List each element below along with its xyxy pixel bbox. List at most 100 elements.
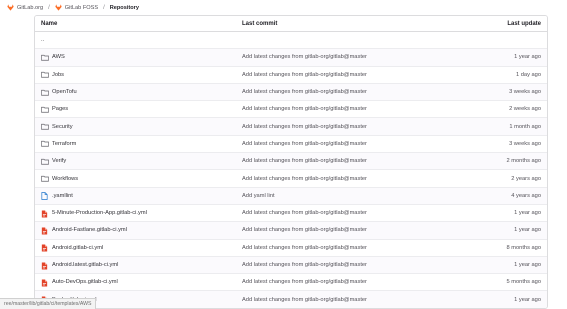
name-cell: Auto-DevOps.gitlab-ci.yml <box>35 279 242 287</box>
last-update-time: 1 year ago <box>514 210 541 217</box>
file-row[interactable]: Android-Fastlane.gitlab-ci.yml Add latest… <box>35 222 547 240</box>
folder-row[interactable]: Jobs Add latest changes from gitlab-org/g… <box>35 67 547 84</box>
gitlab-ci-file-icon <box>41 210 49 218</box>
file-row[interactable]: Bash.gitlab-ci.ymlAdd latest changes fro… <box>35 291 547 308</box>
commit-message-link[interactable]: Add latest changes from gitlab-org/gitla… <box>242 227 431 233</box>
file-row[interactable]: Android.latest.gitlab-ci.yml Add latest c… <box>35 256 547 275</box>
commit-message-link[interactable]: Add latest changes from gitlab-org/gitla… <box>242 279 431 285</box>
commit-message-link[interactable]: Add latest changes from gitlab-org/gitla… <box>242 89 431 95</box>
folder-icon <box>41 71 49 78</box>
last-update-time: 2 months ago <box>506 158 541 165</box>
last-update-time: 3 weeks ago <box>509 140 541 147</box>
folder-row[interactable]: Verify Add latest changes from gitlab-org… <box>35 153 547 171</box>
column-header-last-commit: Last commit <box>242 20 278 27</box>
commit-message-link[interactable]: Add latest changes from gitlab-org/gitla… <box>242 54 431 60</box>
commit-message-link[interactable]: Add latest changes from gitlab-org/gitla… <box>242 262 431 268</box>
breadcrumb-separator: / <box>103 4 105 11</box>
last-update-time: 3 weeks ago <box>509 89 541 96</box>
last-update-time: 2 weeks ago <box>509 106 541 113</box>
file-link[interactable]: Android-Fastlane.gitlab-ci.yml <box>52 227 127 233</box>
column-header-last-update: Last update <box>507 20 541 27</box>
file-link[interactable]: Android.latest.gitlab-ci.yml <box>52 262 118 268</box>
folder-row[interactable]: Pages Add latest changes from gitlab-org/… <box>35 101 547 119</box>
last-update-time: 1 day ago <box>516 71 541 78</box>
folder-link[interactable]: Workflows <box>52 176 78 182</box>
gitlab-ci-file-icon <box>41 262 49 269</box>
table-body: .. AWS Add latest changes from gitlab-org/… <box>35 32 547 308</box>
breadcrumb-label: GitLab.org <box>17 4 44 11</box>
name-cell: .. <box>35 37 242 43</box>
commit-message-link[interactable]: Add yaml lint <box>242 193 431 199</box>
name-cell: Terraform <box>35 140 242 147</box>
folder-link[interactable]: Security <box>52 124 73 130</box>
commit-message-link[interactable]: Add latest changes from gitlab-org/gitla… <box>242 72 431 78</box>
file-link[interactable]: Auto-DevOps.gitlab-ci.yml <box>52 279 118 285</box>
folder-icon <box>41 123 49 130</box>
name-cell: Android-Fastlane.gitlab-ci.yml <box>35 227 242 235</box>
breadcrumb-label: GitLab FOSS <box>64 4 99 11</box>
parent-directory-row[interactable]: .. <box>35 32 547 50</box>
folder-link[interactable]: OpenTofu <box>52 89 77 95</box>
name-cell: AWS <box>35 54 242 61</box>
folder-icon <box>41 175 49 182</box>
gitlab-ci-file-icon <box>41 244 49 252</box>
name-cell: Android.latest.gitlab-ci.yml <box>35 262 242 269</box>
file-row[interactable]: Auto-DevOps.gitlab-ci.yml Add latest chan… <box>35 274 547 292</box>
folder-row[interactable]: AWS Add latest changes from gitlab-org/gi… <box>35 49 547 67</box>
file-link[interactable]: Android.gitlab-ci.yml <box>52 245 103 251</box>
last-update-time: 1 year ago <box>514 54 541 61</box>
folder-icon <box>41 106 49 113</box>
folder-row[interactable]: OpenTofu Add latest changes from gitlab-o… <box>35 83 547 102</box>
folder-icon <box>41 54 49 61</box>
last-update-time: 2 years ago <box>511 175 541 182</box>
folder-icon <box>41 89 49 96</box>
name-cell: 5-Minute-Production-App.gitlab-ci.yml <box>35 210 242 218</box>
name-cell: Verify <box>35 158 242 165</box>
name-cell: .yamllint <box>35 192 242 201</box>
last-update-time: 8 months ago <box>506 244 541 251</box>
gitlab-logo-icon <box>55 4 62 11</box>
folder-row[interactable]: Terraform Add latest changes from gitlab-… <box>35 136 547 154</box>
name-cell: Jobs <box>35 71 242 78</box>
last-update-time: 4 years ago <box>511 192 541 199</box>
commit-message-link[interactable]: Add latest changes from gitlab-org/gitla… <box>242 176 431 182</box>
file-row[interactable]: 5-Minute-Production-App.gitlab-ci.yml Add… <box>35 205 547 223</box>
breadcrumb-label: Repository <box>109 4 139 11</box>
breadcrumb-separator: / <box>48 4 50 11</box>
last-update-time: 1 year ago <box>514 227 541 234</box>
folder-link[interactable]: Jobs <box>52 72 64 78</box>
name-cell: OpenTofu <box>35 89 242 96</box>
table-header: Name Last commit Last update <box>35 16 547 32</box>
file-row[interactable]: .yamllint Add yaml lint 4 years ago <box>35 187 547 205</box>
name-cell: Security <box>35 123 242 130</box>
name-cell: Workflows <box>35 175 242 182</box>
folder-link[interactable]: Pages <box>52 106 68 112</box>
folder-link[interactable]: Terraform <box>52 141 76 147</box>
breadcrumb-item-gitlab-org[interactable]: GitLab.org <box>7 4 43 11</box>
file-link[interactable]: 5-Minute-Production-App.gitlab-ci.yml <box>52 210 147 216</box>
commit-message-link[interactable]: Add latest changes from gitlab-org/gitla… <box>242 106 431 112</box>
folder-icon <box>41 140 49 147</box>
file-link[interactable]: .yamllint <box>52 193 73 199</box>
commit-message-link[interactable]: Add latest changes from gitlab-org/gitla… <box>242 297 431 303</box>
commit-message-link[interactable]: Add latest changes from gitlab-org/gitla… <box>242 158 431 164</box>
last-update-time: 1 year ago <box>514 296 541 303</box>
commit-message-link[interactable]: Add latest changes from gitlab-org/gitla… <box>242 141 431 147</box>
gitlab-ci-file-icon <box>41 279 49 287</box>
folder-row[interactable]: Security Add latest changes from gitlab-o… <box>35 118 547 136</box>
parent-directory-link[interactable]: .. <box>41 37 44 43</box>
last-update-time: 1 year ago <box>514 262 541 268</box>
folder-link[interactable]: Verify <box>52 158 66 164</box>
folder-row[interactable]: Workflows Add latest changes from gitlab-… <box>35 170 547 188</box>
file-row[interactable]: Android.gitlab-ci.yml Add latest changes … <box>35 240 547 257</box>
commit-message-link[interactable]: Add latest changes from gitlab-org/gitla… <box>242 210 431 216</box>
gitlab-logo-icon <box>7 4 14 11</box>
file-tree-table: Name Last commit Last update .. AWS Add la… <box>34 15 548 309</box>
commit-message-link[interactable]: Add latest changes from gitlab-org/gitla… <box>242 245 431 251</box>
breadcrumb-item-repository[interactable]: Repository <box>110 5 139 11</box>
gitlab-ci-file-icon <box>41 227 49 235</box>
breadcrumb-item-gitlab-foss[interactable]: GitLab FOSS <box>55 4 98 11</box>
status-bar-url: ree/master/lib/gitlab/ci/templates/AWS <box>0 298 97 309</box>
folder-link[interactable]: AWS <box>52 54 65 60</box>
commit-message-link[interactable]: Add latest changes from gitlab-org/gitla… <box>242 124 431 130</box>
